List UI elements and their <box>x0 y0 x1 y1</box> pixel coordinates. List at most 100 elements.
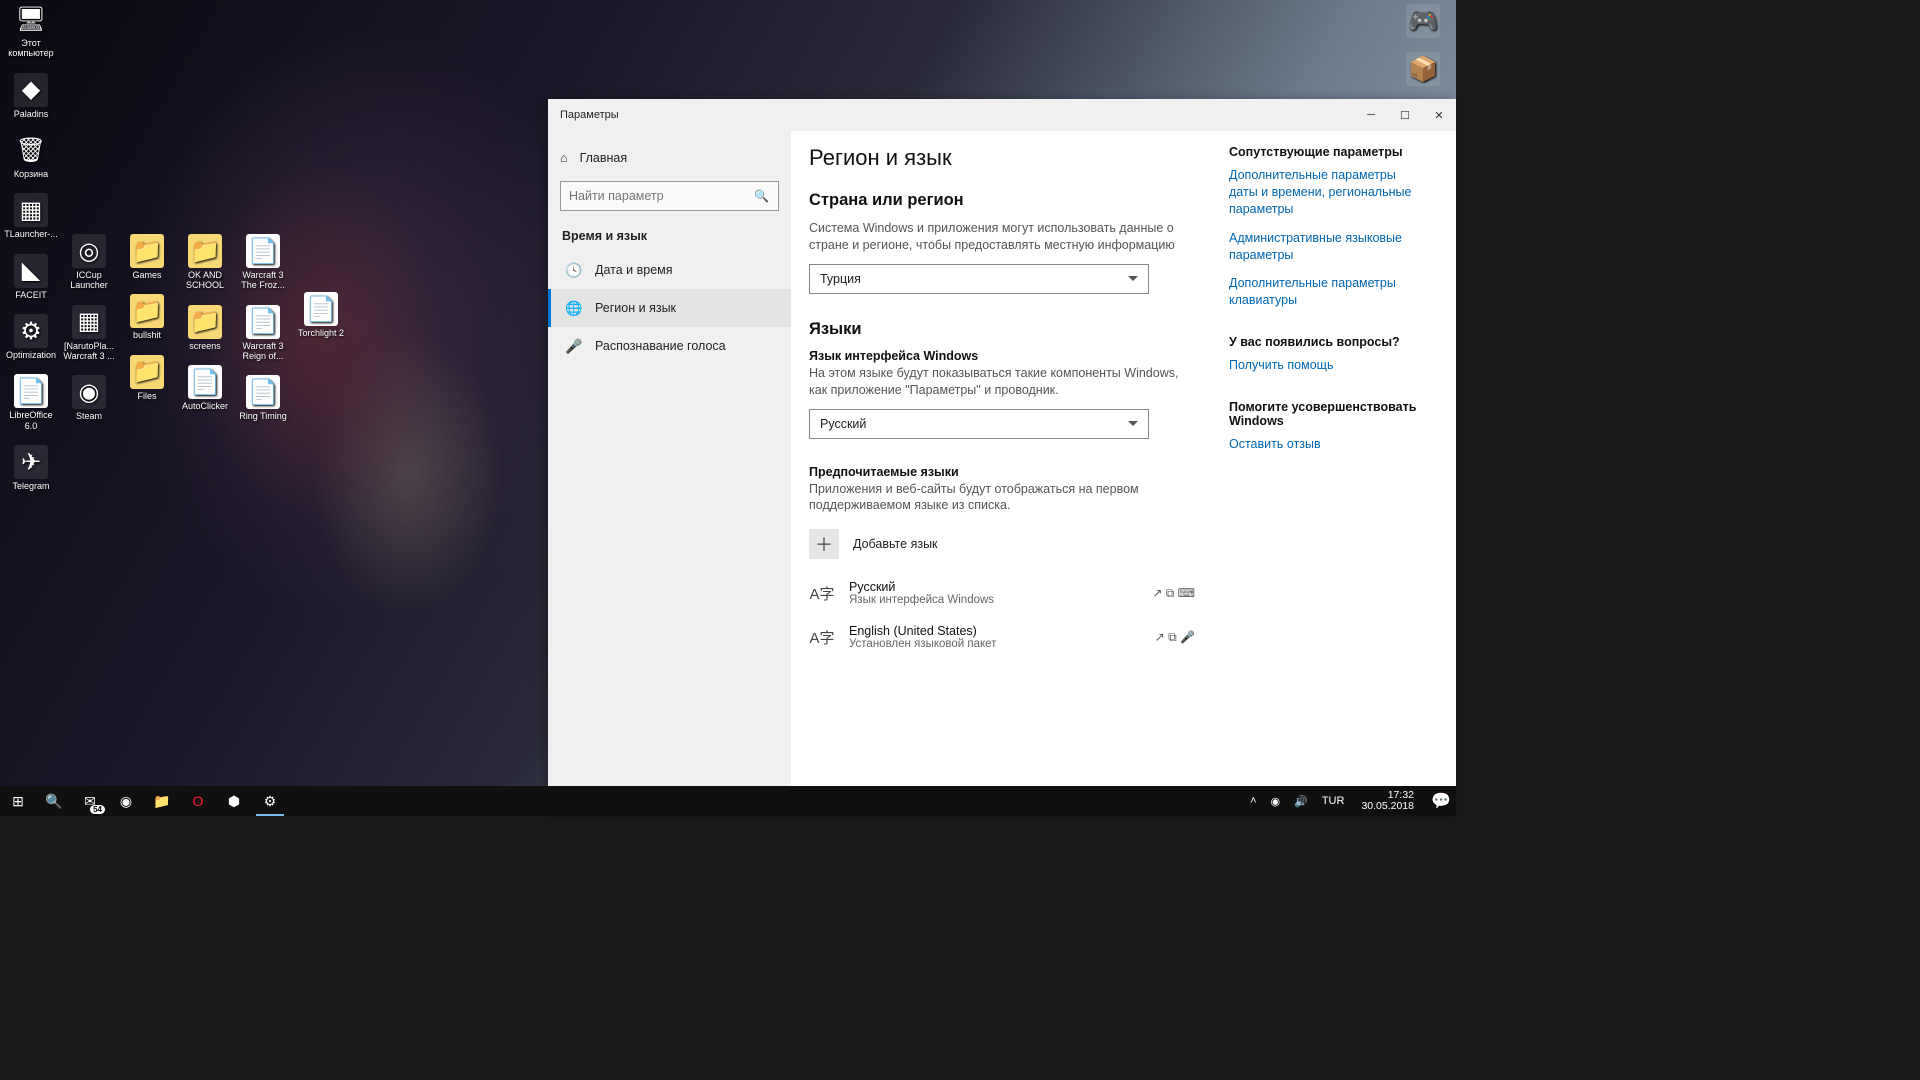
taskbar-app[interactable]: ⬢ <box>216 786 252 816</box>
desktop-icon-label: screens <box>176 341 234 351</box>
desktop-icon-glyph: ◎ <box>72 234 106 268</box>
desktop-icon-glyph: 🗑 <box>14 133 48 167</box>
desktop-icon[interactable]: ◆Paladins <box>2 73 60 119</box>
country-description: Система Windows и приложения могут испол… <box>809 220 1199 254</box>
get-help-link[interactable]: Получить помощь <box>1229 357 1417 374</box>
display-language-desc: На этом языке будут показываться такие к… <box>809 365 1199 399</box>
section-languages-heading: Языки <box>809 320 1199 339</box>
desktop-icon[interactable]: ◣FACEIT <box>2 254 60 300</box>
desktop-icon[interactable]: ◎ICCup Launcher <box>60 234 118 291</box>
desktop-icon[interactable]: 🖥Этот компьютер <box>2 2 60 59</box>
desktop-icon-label: bullshit <box>118 330 176 340</box>
sidebar-item[interactable]: 🎤Распознавание голоса <box>548 327 791 365</box>
desktop-icon-label: Этот компьютер <box>2 38 60 59</box>
desktop-icon-label: Torchlight 2 <box>292 328 350 338</box>
desktop-icon-label: Корзина <box>2 169 60 179</box>
desktop-icon[interactable]: ▦[NarutoPla... Warcraft 3 ... <box>60 305 118 362</box>
language-name: Русский <box>849 580 1138 594</box>
desktop-icon[interactable]: 📄Warcraft 3 Reign of... <box>234 305 292 362</box>
desktop-icon-glyph: 🖥 <box>14 2 48 36</box>
section-country-heading: Страна или регион <box>809 191 1199 210</box>
system-tray: ˄ ◉ 🔊 TUR 17:32 30.05.2018 <box>1247 790 1426 812</box>
home-icon: ⌂ <box>560 151 568 165</box>
desktop-icon-glyph: 📄 <box>188 365 222 399</box>
desktop-icon-glyph: 📦 <box>1406 52 1440 86</box>
tray-chevron-icon[interactable]: ˄ <box>1247 795 1259 807</box>
tray-language[interactable]: TUR <box>1319 795 1348 807</box>
language-name: English (United States) <box>849 624 1141 638</box>
language-item[interactable]: A字 English (United States) Установлен яз… <box>809 618 1199 662</box>
search-input[interactable] <box>560 181 779 211</box>
desktop-icon-label: Paladins <box>2 109 60 119</box>
related-link[interactable]: Административные языковые параметры <box>1229 230 1417 264</box>
maximize-button[interactable]: ☐ <box>1388 99 1422 131</box>
desktop-icon-glyph: 📄 <box>246 305 280 339</box>
action-center-button[interactable]: 💬 <box>1426 786 1456 816</box>
desktop-icon[interactable]: ✈Telegram <box>2 445 60 491</box>
desktop-icon-label: ICCup Launcher <box>60 270 118 291</box>
settings-content: Регион и язык Страна или регион Система … <box>791 131 1456 816</box>
taskbar-explorer[interactable]: 📁 <box>144 786 180 816</box>
language-status: Язык интерфейса Windows <box>849 594 1138 606</box>
sidebar-item[interactable]: 🕓Дата и время <box>548 251 791 289</box>
desktop-icon-label: [NarutoPla... Warcraft 3 ... <box>60 341 118 362</box>
desktop-icon[interactable]: ◉Steam <box>60 375 118 421</box>
related-title: Сопутствующие параметры <box>1229 145 1417 159</box>
tray-clock[interactable]: 17:32 30.05.2018 <box>1355 790 1420 812</box>
taskbar-settings[interactable]: ⚙ <box>252 786 288 816</box>
desktop-icon[interactable]: 🗑 Корзина <box>2 133 60 179</box>
start-button[interactable]: ⊞ <box>0 786 36 816</box>
desktop-icon[interactable]: 📄LibreOffice 6.0 <box>2 374 60 431</box>
search-button[interactable]: 🔍 <box>36 786 72 816</box>
desktop-icon-label: Warcraft 3 The Froz... <box>234 270 292 291</box>
add-language-button[interactable]: ＋ Добавьте язык <box>809 524 1199 564</box>
desktop-icons-right: 🎮📦 <box>1394 4 1452 100</box>
desktop-icon-label: LibreOffice 6.0 <box>2 410 60 431</box>
desktop-icon[interactable]: 📁screens <box>176 305 234 351</box>
country-select[interactable]: Турция <box>809 264 1149 294</box>
desktop-icon[interactable]: 📄Warcraft 3 The Froz... <box>234 234 292 291</box>
desktop-icon[interactable]: 📄AutoClicker <box>176 365 234 411</box>
add-language-label: Добавьте язык <box>853 537 938 551</box>
tray-volume-icon[interactable]: 🔊 <box>1291 795 1311 808</box>
taskbar: ⊞ 🔍 ✉54 ◉ 📁 O ⬢ ⚙ ˄ ◉ 🔊 TUR 17:32 30.05.… <box>0 786 1456 816</box>
sidebar-home[interactable]: ⌂ Главная <box>548 141 791 175</box>
nav-label: Регион и язык <box>595 301 676 315</box>
desktop-icon-label: FACEIT <box>2 290 60 300</box>
page-title: Регион и язык <box>809 145 1199 171</box>
close-button[interactable]: ✕ <box>1422 99 1456 131</box>
taskbar-steam[interactable]: ◉ <box>108 786 144 816</box>
tray-steam-icon[interactable]: ◉ <box>1268 795 1284 808</box>
desktop-icon-label: OK AND SCHOOL <box>176 270 234 291</box>
related-link[interactable]: Дополнительные параметры даты и времени,… <box>1229 167 1417 218</box>
desktop-icon[interactable]: ▦TLauncher-... <box>2 193 60 239</box>
display-language-select[interactable]: Русский <box>809 409 1149 439</box>
desktop-icon[interactable]: 📁bullshit <box>118 294 176 340</box>
sidebar-item[interactable]: 🌐Регион и язык <box>548 289 791 327</box>
desktop-icon-glyph: 📁 <box>130 355 164 389</box>
desktop-icon[interactable]: 📦 <box>1394 52 1452 86</box>
desktop-icon[interactable]: ⚙Optimization <box>2 314 60 360</box>
minimize-button[interactable]: ─ <box>1354 99 1388 131</box>
desktop-icon-glyph: ▦ <box>14 193 48 227</box>
taskbar-mail[interactable]: ✉54 <box>72 786 108 816</box>
related-link[interactable]: Дополнительные параметры клавиатуры <box>1229 275 1417 309</box>
desktop-icon-glyph: 📁 <box>130 234 164 268</box>
clock-date: 30.05.2018 <box>1361 801 1414 812</box>
desktop-icon-glyph: ▦ <box>72 305 106 339</box>
desktop-icon[interactable]: 📁Games <box>118 234 176 280</box>
search-icon: 🔍 <box>754 189 769 203</box>
desktop-icon[interactable]: 📁Files <box>118 355 176 401</box>
feedback-link[interactable]: Оставить отзыв <box>1229 436 1417 453</box>
desktop-icon[interactable]: 🎮 <box>1394 4 1452 38</box>
desktop-icon-glyph: 📄 <box>14 374 48 408</box>
desktop-icon[interactable]: 📁OK AND SCHOOL <box>176 234 234 291</box>
language-item[interactable]: A字 Русский Язык интерфейса Windows ↗ ⧉ ⌨ <box>809 574 1199 618</box>
desktop-icon[interactable]: 📄 Torchlight 2 <box>292 292 350 338</box>
taskbar-opera[interactable]: O <box>180 786 216 816</box>
language-status: Установлен языковой пакет <box>849 638 1141 650</box>
desktop-icon-glyph: 📄 <box>304 292 338 326</box>
language-feature-icons: ↗ ⧉ ⌨ <box>1152 586 1195 601</box>
desktop-icon-glyph: 📁 <box>188 234 222 268</box>
desktop-icon[interactable]: 📄Ring Timing <box>234 375 292 421</box>
